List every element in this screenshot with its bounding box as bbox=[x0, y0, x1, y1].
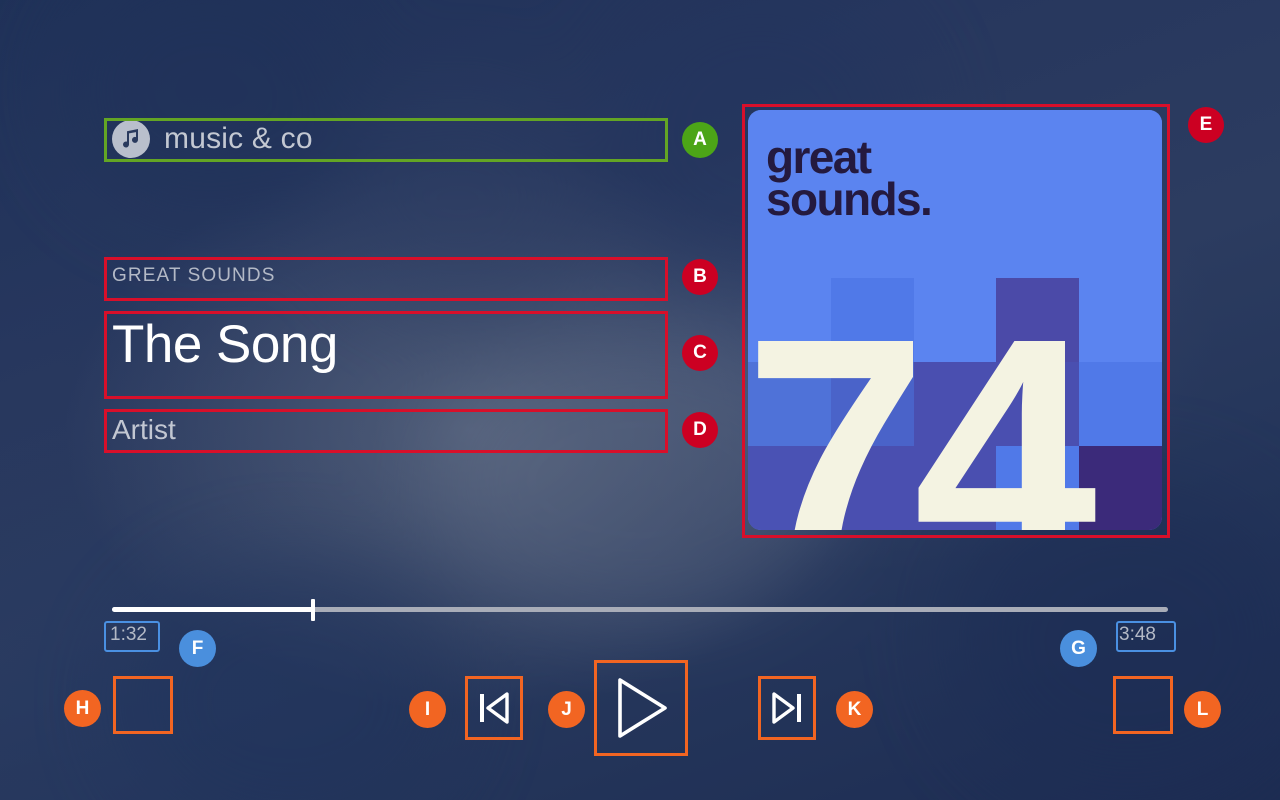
previous-button[interactable] bbox=[467, 678, 521, 738]
current-time: 1:32 bbox=[110, 624, 147, 645]
annotation-badge-k: K bbox=[836, 691, 873, 728]
annotation-badge-b: B bbox=[682, 259, 718, 295]
annotation-badge-i: I bbox=[409, 691, 446, 728]
next-track-icon bbox=[769, 691, 805, 725]
album-art-mosaic-tile bbox=[1079, 194, 1162, 278]
music-note-icon bbox=[112, 120, 150, 158]
album-art[interactable]: great sounds. 74 bbox=[748, 110, 1162, 530]
album-art-mosaic-tile bbox=[996, 110, 1080, 194]
annotation-badge-l: L bbox=[1184, 691, 1221, 728]
play-icon bbox=[610, 675, 672, 741]
annotation-badge-j: J bbox=[548, 691, 585, 728]
music-player-screen: music & co A GREAT SOUNDS B The Song C A… bbox=[0, 0, 1280, 800]
album-art-wordmark-line2: sounds. bbox=[766, 173, 933, 226]
album-art-mosaic-tile bbox=[1079, 446, 1162, 530]
album-art-mosaic-tile bbox=[1079, 362, 1162, 446]
next-button[interactable] bbox=[760, 678, 814, 738]
annotation-badge-e: E bbox=[1188, 107, 1224, 143]
artist-name: Artist bbox=[112, 414, 176, 445]
album-art-wordmark-line1: great bbox=[766, 131, 872, 183]
album-art-mosaic-tile bbox=[1079, 110, 1162, 194]
shuffle-button[interactable] bbox=[115, 678, 171, 732]
play-button[interactable] bbox=[596, 662, 686, 754]
annotation-badge-h: H bbox=[64, 690, 101, 727]
annotation-badge-c: C bbox=[682, 335, 718, 371]
annotation-badge-d: D bbox=[682, 412, 718, 448]
album-art-mosaic-tile bbox=[1079, 278, 1162, 362]
track-title: The Song bbox=[112, 315, 338, 374]
app-name-label: music & co bbox=[164, 122, 313, 155]
annotation-badge-g: G bbox=[1060, 630, 1097, 667]
annotation-badge-a: A bbox=[682, 122, 718, 158]
annotation-badge-f: F bbox=[179, 630, 216, 667]
seek-thumb[interactable] bbox=[310, 599, 315, 621]
album-art-image: great sounds. 74 bbox=[748, 110, 1162, 530]
album-art-number: 74 bbox=[748, 269, 1097, 531]
repeat-button[interactable] bbox=[1115, 678, 1171, 732]
total-time: 3:48 bbox=[1119, 624, 1156, 645]
album-label: GREAT SOUNDS bbox=[112, 265, 276, 286]
album-art-mosaic-tile bbox=[996, 194, 1080, 278]
previous-track-icon bbox=[476, 691, 512, 725]
app-name-field[interactable]: music & co bbox=[112, 120, 313, 158]
seek-bar[interactable] bbox=[112, 599, 1168, 621]
album-art-wordmark: great sounds. bbox=[766, 131, 933, 226]
seek-fill bbox=[112, 607, 313, 612]
